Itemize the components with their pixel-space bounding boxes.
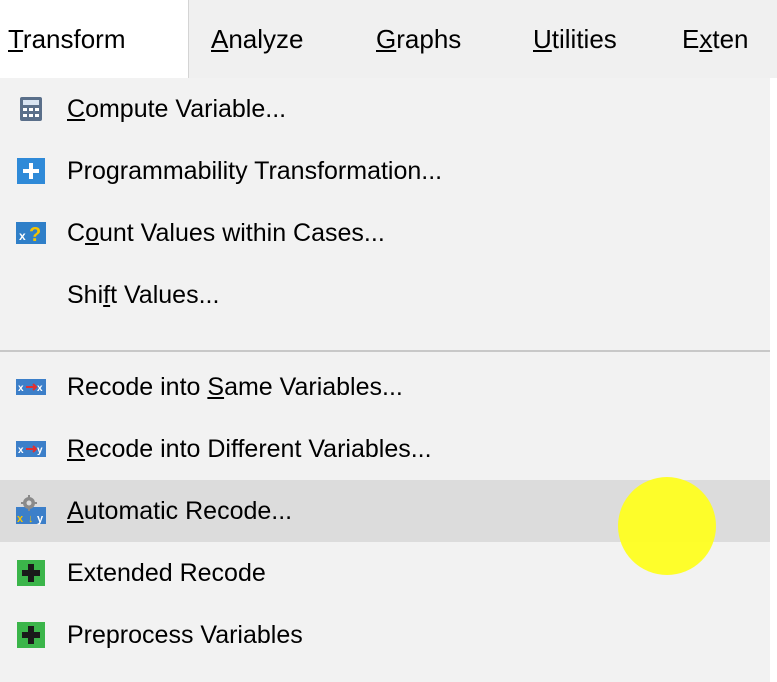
count-values-icon: x ? bbox=[16, 220, 46, 246]
menu-item-recode-different[interactable]: x y Recode into Different Variables... bbox=[0, 418, 770, 480]
menu-item-compute-variable[interactable]: Compute Variable... bbox=[0, 78, 770, 140]
menu-item-count-values[interactable]: x ? Count Values within Cases... bbox=[0, 202, 770, 264]
menu-bar: Transform Analyze Graphs Utilities Exten bbox=[0, 0, 777, 78]
svg-text:x: x bbox=[37, 383, 43, 394]
calculator-icon bbox=[16, 96, 46, 122]
svg-text:x: x bbox=[18, 383, 24, 394]
menu-utilities-label: Utilities bbox=[533, 24, 617, 54]
menu-graphs-label: Graphs bbox=[376, 24, 462, 54]
menu-separator bbox=[0, 350, 770, 352]
menu-item-label: Automatic Recode... bbox=[67, 497, 293, 525]
menu-item-recode-same[interactable]: x x Recode into Same Variables... bbox=[0, 356, 770, 418]
plus-blue-icon bbox=[16, 158, 46, 184]
menu-item-label: Recode into Different Variables... bbox=[67, 435, 432, 463]
menu-item-label: Shift Values... bbox=[67, 281, 220, 309]
menu-item-label: Count Values within Cases... bbox=[67, 219, 385, 247]
recode-same-icon: x x bbox=[16, 374, 46, 400]
menu-graphs[interactable]: Graphs bbox=[376, 0, 461, 78]
spss-window: Transform Analyze Graphs Utilities Exten bbox=[0, 0, 777, 682]
cursor-highlight bbox=[618, 477, 716, 575]
svg-text:y: y bbox=[37, 445, 43, 456]
svg-text:?: ? bbox=[29, 224, 41, 246]
svg-text:↓: ↓ bbox=[28, 513, 34, 525]
plus-green-icon bbox=[16, 622, 46, 648]
menu-item-label: Programmability Transformation... bbox=[67, 157, 443, 185]
background-window-edge bbox=[770, 78, 777, 682]
recode-different-icon: x y bbox=[16, 436, 46, 462]
menu-item-programmability-transformation[interactable]: Programmability Transformation... bbox=[0, 140, 770, 202]
menu-item-shift-values[interactable]: Shift Values... bbox=[0, 264, 770, 326]
menu-extensions-label: Exten bbox=[682, 24, 749, 54]
automatic-recode-icon: x ↓ y bbox=[16, 495, 46, 525]
svg-text:x: x bbox=[18, 445, 24, 456]
menu-extensions[interactable]: Exten bbox=[682, 0, 749, 78]
svg-text:x: x bbox=[19, 229, 26, 243]
menu-utilities[interactable]: Utilities bbox=[533, 0, 617, 78]
menu-item-label: Compute Variable... bbox=[67, 95, 287, 123]
menu-transform[interactable]: Transform bbox=[0, 0, 189, 78]
svg-text:y: y bbox=[37, 513, 44, 525]
menu-transform-label: Transform bbox=[8, 24, 126, 54]
menu-item-label: Extended Recode bbox=[67, 559, 266, 587]
menu-item-preprocess-variables[interactable]: Preprocess Variables bbox=[0, 604, 770, 666]
svg-text:x: x bbox=[17, 513, 24, 525]
plus-green-icon bbox=[16, 560, 46, 586]
transform-dropdown: Compute Variable... Programmability Tran… bbox=[0, 78, 770, 682]
menu-analyze-label: Analyze bbox=[211, 24, 304, 54]
menu-analyze[interactable]: Analyze bbox=[211, 0, 304, 78]
menu-item-label: Recode into Same Variables... bbox=[67, 373, 403, 401]
menu-item-label: Preprocess Variables bbox=[67, 621, 303, 649]
